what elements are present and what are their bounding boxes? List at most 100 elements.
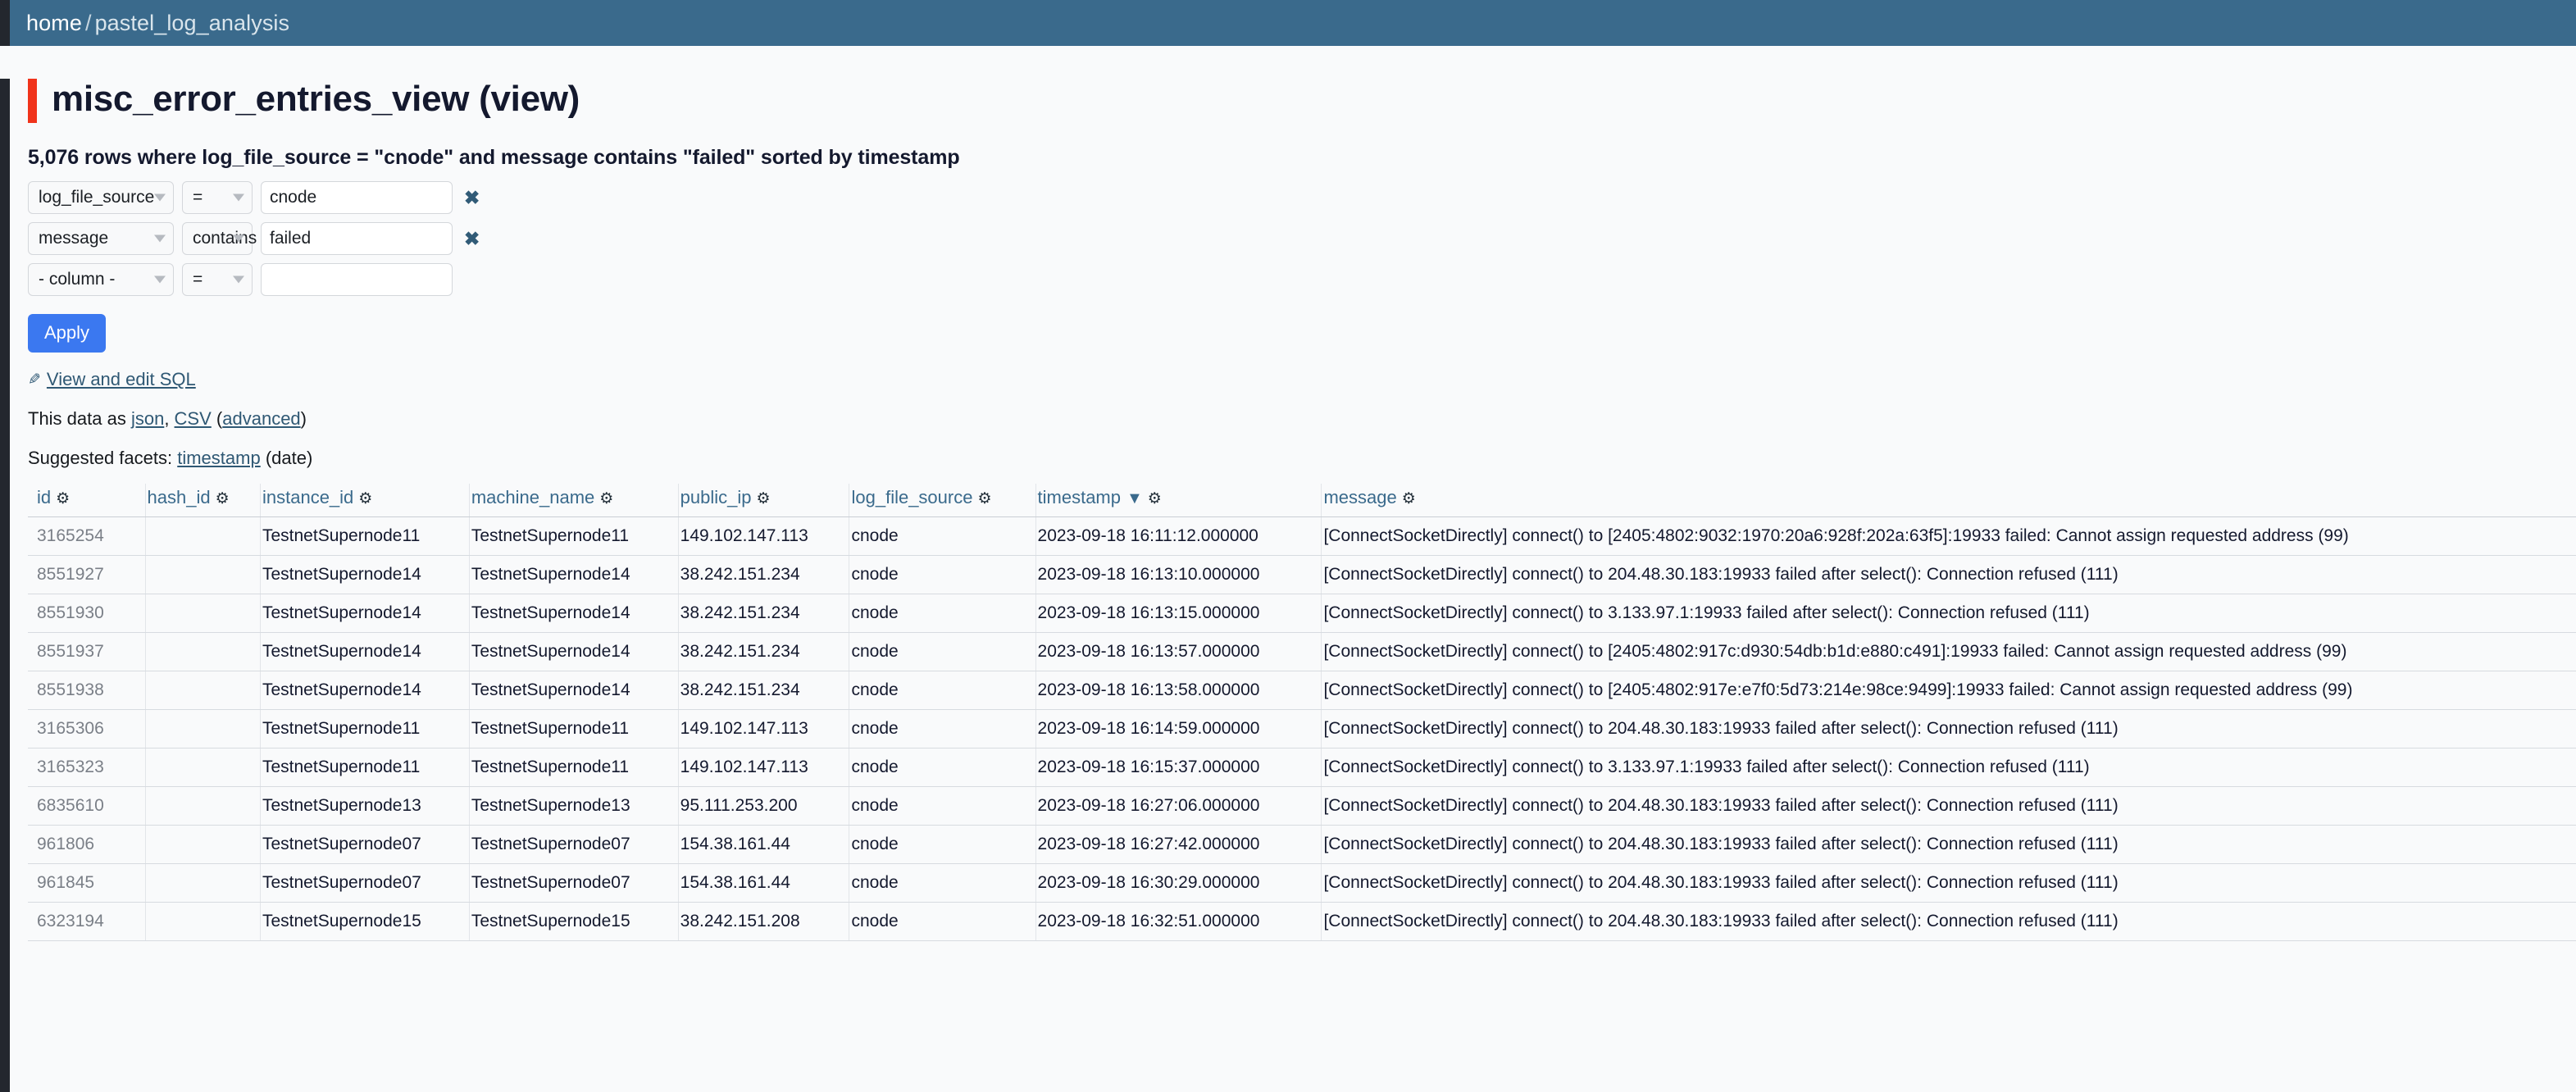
pencil-icon: ✎ bbox=[28, 371, 41, 389]
cell-log-file-source: cnode bbox=[849, 864, 1035, 903]
cell-log-file-source: cnode bbox=[849, 633, 1035, 671]
gear-icon[interactable]: ⚙ bbox=[599, 490, 613, 507]
filter-operator-select[interactable]: = bbox=[182, 263, 253, 296]
cell-machine-name: TestnetSupernode11 bbox=[469, 517, 678, 556]
filter-operator-select[interactable]: contains bbox=[182, 222, 253, 255]
view-and-edit-sql-link[interactable]: View and edit SQL bbox=[47, 369, 196, 390]
cell-hash-id bbox=[145, 826, 260, 864]
export-open-paren: ( bbox=[212, 408, 222, 429]
column-header-public-ip: public_ip ⚙ bbox=[678, 484, 849, 517]
table-row: 3165306TestnetSupernode11TestnetSupernod… bbox=[29, 710, 2576, 748]
filter-operator-value: = bbox=[193, 188, 203, 207]
filter-column-select[interactable]: - column - bbox=[28, 263, 174, 296]
cell-timestamp: 2023-09-18 16:32:51.000000 bbox=[1035, 903, 1322, 941]
cell-machine-name: TestnetSupernode07 bbox=[469, 826, 678, 864]
cell-public-ip: 95.111.253.200 bbox=[678, 787, 849, 826]
cell-message: [ConnectSocketDirectly] connect() to 3.1… bbox=[1322, 748, 2576, 787]
cell-message: [ConnectSocketDirectly] connect() to 204… bbox=[1322, 556, 2576, 594]
remove-filter-button[interactable]: ✖ bbox=[464, 189, 480, 207]
gear-icon[interactable]: ⚙ bbox=[56, 490, 70, 507]
column-header-link[interactable]: hash_id bbox=[148, 487, 211, 507]
cell-instance-id: TestnetSupernode07 bbox=[260, 864, 469, 903]
filter-value-input[interactable] bbox=[261, 263, 453, 296]
cell-hash-id bbox=[145, 517, 260, 556]
chevron-down-icon bbox=[233, 235, 244, 243]
breadcrumb-home-link[interactable]: home bbox=[26, 11, 82, 35]
cell-id: 3165306 bbox=[29, 710, 146, 748]
table-row: 6835610TestnetSupernode13TestnetSupernod… bbox=[29, 787, 2576, 826]
breadcrumb: home/pastel_log_analysis bbox=[26, 11, 289, 36]
cell-instance-id: TestnetSupernode14 bbox=[260, 633, 469, 671]
column-header-link[interactable]: message bbox=[1323, 487, 1396, 507]
suggested-facets: Suggested facets: timestamp (date) bbox=[28, 448, 2576, 469]
column-header-message: message ⚙ bbox=[1322, 484, 2576, 517]
cell-machine-name: TestnetSupernode11 bbox=[469, 748, 678, 787]
cell-public-ip: 149.102.147.113 bbox=[678, 748, 849, 787]
view-edit-sql-line: ✎ View and edit SQL bbox=[28, 369, 2576, 390]
cell-instance-id: TestnetSupernode14 bbox=[260, 556, 469, 594]
apply-button[interactable]: Apply bbox=[28, 314, 106, 353]
gear-icon[interactable]: ⚙ bbox=[1402, 490, 1416, 507]
facet-timestamp-link[interactable]: timestamp bbox=[177, 448, 260, 468]
cell-instance-id: TestnetSupernode07 bbox=[260, 826, 469, 864]
column-header-link[interactable]: id bbox=[37, 487, 51, 507]
cell-id: 961806 bbox=[29, 826, 146, 864]
table-row: 3165323TestnetSupernode11TestnetSupernod… bbox=[29, 748, 2576, 787]
cell-machine-name: TestnetSupernode14 bbox=[469, 671, 678, 710]
cell-hash-id bbox=[145, 748, 260, 787]
cell-id: 3165323 bbox=[29, 748, 146, 787]
table-row: 961806 TestnetSupernode07TestnetSupernode… bbox=[29, 826, 2576, 864]
title-accent-bar bbox=[28, 79, 37, 123]
breadcrumb-database[interactable]: pastel_log_analysis bbox=[95, 11, 290, 35]
page-title-wrapper: misc_error_entries_view (view) bbox=[28, 79, 2576, 123]
cell-instance-id: TestnetSupernode11 bbox=[260, 710, 469, 748]
cell-log-file-source: cnode bbox=[849, 710, 1035, 748]
cell-id: 8551930 bbox=[29, 594, 146, 633]
breadcrumb-separator: / bbox=[82, 11, 95, 35]
table-row: 3165254TestnetSupernode11TestnetSupernod… bbox=[29, 517, 2576, 556]
gear-icon[interactable]: ⚙ bbox=[977, 490, 991, 507]
cell-log-file-source: cnode bbox=[849, 787, 1035, 826]
filter-column-value: message bbox=[39, 229, 108, 248]
filter-column-select[interactable]: log_file_source bbox=[28, 181, 174, 214]
cell-log-file-source: cnode bbox=[849, 556, 1035, 594]
table-body: 3165254TestnetSupernode11TestnetSupernod… bbox=[29, 517, 2576, 941]
cell-public-ip: 38.242.151.234 bbox=[678, 633, 849, 671]
column-header-link[interactable]: timestamp bbox=[1038, 487, 1121, 507]
cell-message: [ConnectSocketDirectly] connect() to 3.1… bbox=[1322, 594, 2576, 633]
column-header-link[interactable]: public_ip bbox=[680, 487, 752, 507]
sort-descending-icon[interactable]: ▼ bbox=[1126, 489, 1143, 507]
cell-hash-id bbox=[145, 671, 260, 710]
cell-message: [ConnectSocketDirectly] connect() to [24… bbox=[1322, 517, 2576, 556]
filter-value-input[interactable] bbox=[261, 222, 453, 255]
cell-log-file-source: cnode bbox=[849, 671, 1035, 710]
column-header-link[interactable]: instance_id bbox=[262, 487, 353, 507]
export-json-link[interactable]: json bbox=[131, 408, 164, 429]
filter-operator-select[interactable]: = bbox=[182, 181, 253, 214]
column-header-link[interactable]: log_file_source bbox=[851, 487, 972, 507]
table-row: 8551937TestnetSupernode14TestnetSupernod… bbox=[29, 633, 2576, 671]
export-close-paren: ) bbox=[301, 408, 307, 429]
gear-icon[interactable]: ⚙ bbox=[358, 490, 372, 507]
filter-value-input[interactable] bbox=[261, 181, 453, 214]
export-csv-link[interactable]: CSV bbox=[175, 408, 212, 429]
cell-message: [ConnectSocketDirectly] connect() to [24… bbox=[1322, 671, 2576, 710]
cell-timestamp: 2023-09-18 16:13:15.000000 bbox=[1035, 594, 1322, 633]
export-prefix: This data as bbox=[28, 408, 131, 429]
cell-timestamp: 2023-09-18 16:14:59.000000 bbox=[1035, 710, 1322, 748]
gear-icon[interactable]: ⚙ bbox=[216, 490, 230, 507]
cell-hash-id bbox=[145, 787, 260, 826]
remove-filter-button[interactable]: ✖ bbox=[464, 230, 480, 248]
chevron-down-icon bbox=[233, 276, 244, 284]
cell-instance-id: TestnetSupernode13 bbox=[260, 787, 469, 826]
filter-column-select[interactable]: message bbox=[28, 222, 174, 255]
cell-id: 8551927 bbox=[29, 556, 146, 594]
cell-machine-name: TestnetSupernode14 bbox=[469, 633, 678, 671]
cell-timestamp: 2023-09-18 16:27:06.000000 bbox=[1035, 787, 1322, 826]
cell-id: 961845 bbox=[29, 864, 146, 903]
cell-public-ip: 38.242.151.208 bbox=[678, 903, 849, 941]
export-advanced-link[interactable]: advanced bbox=[222, 408, 300, 429]
column-header-link[interactable]: machine_name bbox=[471, 487, 594, 507]
gear-icon[interactable]: ⚙ bbox=[1148, 490, 1162, 507]
gear-icon[interactable]: ⚙ bbox=[757, 490, 771, 507]
